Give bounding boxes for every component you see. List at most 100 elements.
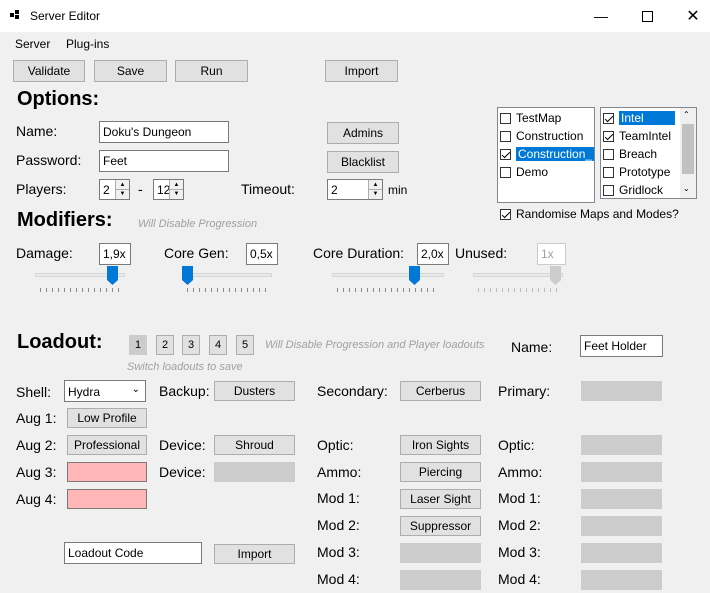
primary-mod2-button[interactable]: [581, 516, 662, 536]
aug3-button[interactable]: [67, 462, 147, 482]
list-item[interactable]: Construction_: [500, 146, 595, 162]
coregen-slider-thumb[interactable]: [182, 266, 194, 286]
checkbox[interactable]: [500, 208, 511, 220]
loadout-slot-5[interactable]: 5: [236, 335, 254, 355]
timeout-value: 2: [331, 183, 338, 197]
secondary-mod1-button[interactable]: Laser Sight: [400, 489, 481, 509]
list-item[interactable]: Construction: [500, 128, 583, 144]
switch-loadouts-hint: Switch loadouts to save: [127, 361, 243, 373]
secondary-button[interactable]: Cerberus: [400, 381, 481, 401]
players-max-stepper[interactable]: 12 ▲ ▼: [153, 179, 184, 200]
import-button[interactable]: Import: [325, 60, 398, 82]
loadout-slot-1[interactable]: 1: [129, 335, 147, 355]
checkbox[interactable]: [500, 112, 511, 124]
checkbox[interactable]: [603, 166, 614, 178]
vertical-scrollbar[interactable]: ⌃ ⌄: [680, 108, 696, 198]
coregen-slider-track[interactable]: [182, 273, 272, 277]
primary-mod1-button[interactable]: [581, 489, 662, 509]
checkbox[interactable]: [603, 130, 614, 142]
players-min-stepper[interactable]: 2 ▲ ▼: [99, 179, 130, 200]
minimize-icon: —: [594, 8, 608, 24]
blacklist-button[interactable]: Blacklist: [327, 151, 399, 173]
checkbox[interactable]: [500, 166, 511, 178]
damage-slider-thumb[interactable]: [107, 266, 119, 286]
save-button[interactable]: Save: [94, 60, 167, 82]
randomise-label: Randomise Maps and Modes?: [516, 207, 679, 221]
primary-mod3-button[interactable]: [581, 543, 662, 563]
aug1-button[interactable]: Low Profile: [67, 408, 147, 428]
secondary-optic-button[interactable]: Iron Sights: [400, 435, 481, 455]
randomise-checkbox[interactable]: Randomise Maps and Modes?: [500, 207, 679, 221]
chevron-up-icon[interactable]: ⌃: [683, 110, 690, 119]
secondary-ammo-button[interactable]: Piercing: [400, 462, 481, 482]
checkbox[interactable]: [603, 112, 614, 124]
list-item[interactable]: Intel: [603, 110, 675, 126]
damage-slider-ticks: [40, 288, 120, 292]
shell-select[interactable]: Hydra ⌄: [64, 380, 146, 402]
list-item[interactable]: Demo: [500, 164, 548, 180]
modes-listbox[interactable]: Intel TeamIntel Breach Prototype Gridloc…: [600, 107, 697, 199]
loadout-code-input[interactable]: Loadout Code: [64, 542, 202, 564]
chevron-down-icon[interactable]: ▼: [115, 188, 129, 199]
secondary-mod4-button[interactable]: [400, 570, 481, 590]
list-item[interactable]: Breach: [603, 146, 657, 162]
checkbox[interactable]: [603, 148, 614, 160]
scrollbar-thumb[interactable]: [682, 124, 694, 174]
list-item[interactable]: TestMap: [500, 110, 561, 126]
coreduration-slider-track[interactable]: [332, 273, 444, 277]
aug1-label: Aug 1:: [16, 410, 57, 426]
map-label: TestMap: [516, 111, 562, 125]
validate-button[interactable]: Validate: [13, 60, 85, 82]
modifiers-heading: Modifiers:: [17, 209, 113, 231]
device2-button[interactable]: [214, 462, 295, 482]
server-name-input[interactable]: Doku's Dungeon: [99, 121, 229, 143]
chevron-down-icon[interactable]: ⌄: [132, 384, 140, 395]
checkbox[interactable]: [500, 148, 511, 160]
damage-label: Damage:: [16, 245, 73, 261]
loadout-slot-2[interactable]: 2: [156, 335, 174, 355]
checkbox[interactable]: [603, 184, 614, 196]
aug4-button[interactable]: [67, 489, 147, 509]
list-item[interactable]: TeamIntel: [603, 128, 671, 144]
device1-button[interactable]: Shroud: [214, 435, 295, 455]
aug2-button[interactable]: Professional: [67, 435, 147, 455]
password-input[interactable]: Feet: [99, 150, 229, 172]
loadout-slot-3[interactable]: 3: [182, 335, 200, 355]
maximize-button[interactable]: [624, 0, 670, 32]
loadout-slot-4[interactable]: 4: [209, 335, 227, 355]
primary-ammo-button[interactable]: [581, 462, 662, 482]
unused-slider-ticks: [478, 288, 558, 292]
aug2-label: Aug 2:: [16, 437, 57, 453]
primary-button[interactable]: [581, 381, 662, 401]
secondary-mod3-button[interactable]: [400, 543, 481, 563]
menu-plugins[interactable]: Plug-ins: [66, 37, 109, 51]
players-label: Players:: [16, 181, 67, 197]
chevron-down-icon[interactable]: ⌄: [683, 184, 690, 193]
primary-optic-label: Optic:: [498, 437, 535, 453]
backup-label: Backup:: [159, 383, 210, 399]
close-button[interactable]: ✕: [670, 0, 710, 32]
coreduration-slider-thumb[interactable]: [409, 266, 421, 286]
loadout-name-input[interactable]: Feet Holder: [580, 335, 663, 357]
secondary-mod2-button[interactable]: Suppressor: [400, 516, 481, 536]
run-button[interactable]: Run: [175, 60, 248, 82]
backup-button[interactable]: Dusters: [214, 381, 295, 401]
primary-mod4-button[interactable]: [581, 570, 662, 590]
maps-listbox[interactable]: TestMap Construction Construction_ Demo: [497, 107, 595, 203]
damage-value[interactable]: 1,9x: [99, 243, 131, 265]
admins-button[interactable]: Admins: [327, 122, 399, 144]
loadout-import-button[interactable]: Import: [214, 544, 295, 564]
chevron-down-icon[interactable]: ▼: [368, 188, 382, 199]
secondary-optic-label: Optic:: [317, 437, 354, 453]
menu-server[interactable]: Server: [15, 37, 50, 51]
list-item[interactable]: Prototype: [603, 164, 670, 180]
chevron-down-icon[interactable]: ▼: [169, 188, 183, 199]
list-item[interactable]: Gridlock: [603, 182, 663, 198]
mode-label: Intel: [619, 111, 675, 125]
timeout-stepper[interactable]: 2 ▲ ▼: [327, 179, 383, 200]
coregen-value[interactable]: 0,5x: [246, 243, 278, 265]
checkbox[interactable]: [500, 130, 511, 142]
coreduration-value[interactable]: 2,0x: [417, 243, 449, 265]
primary-optic-button[interactable]: [581, 435, 662, 455]
minimize-button[interactable]: —: [578, 0, 624, 32]
